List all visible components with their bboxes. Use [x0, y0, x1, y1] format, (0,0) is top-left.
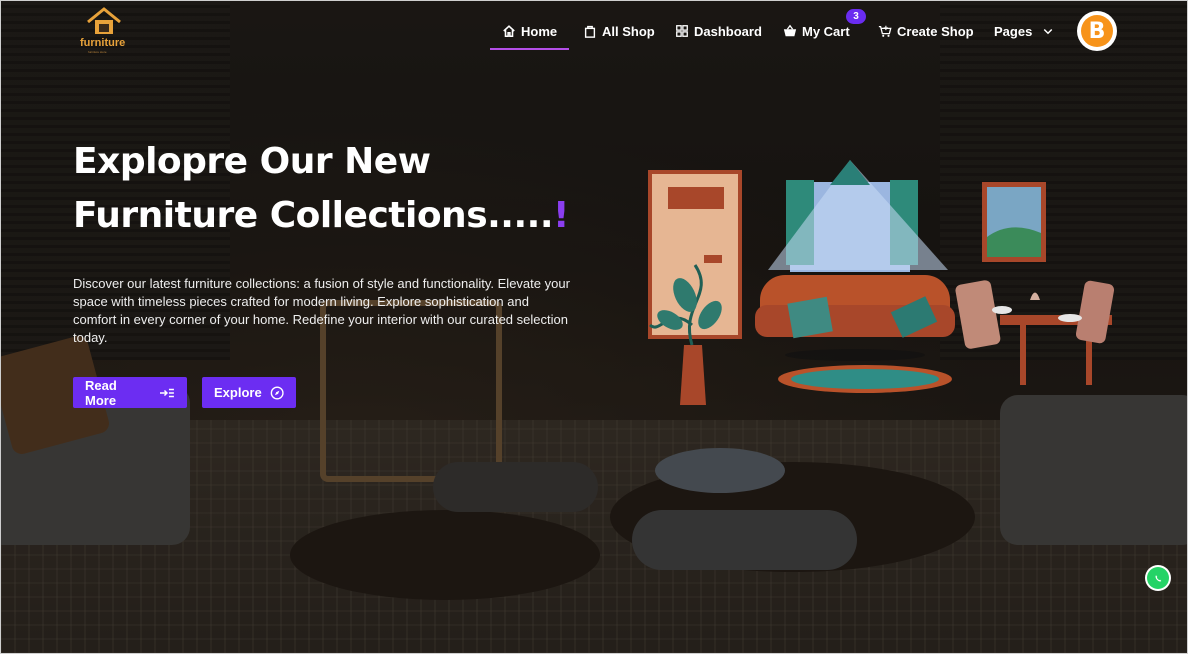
hero-title-exclamation: !	[553, 195, 569, 236]
nav-all-shop-label: All Shop	[602, 23, 655, 39]
explore-label: Explore	[214, 385, 262, 400]
hero-title-line2: Furniture Collections.....!	[73, 189, 633, 243]
main-navigation: Home All Shop Dashboard My Cart 3 Create…	[0, 0, 1188, 60]
hero-title-line2-text: Furniture Collections.....	[73, 195, 554, 236]
add-cart-icon	[878, 25, 892, 37]
nav-create-shop-label: Create Shop	[897, 23, 974, 39]
nav-dashboard-label: Dashboard	[694, 23, 762, 39]
home-icon	[503, 25, 515, 38]
compass-icon	[270, 386, 284, 399]
nav-home[interactable]: Home	[502, 22, 557, 40]
arrow-list-icon	[160, 388, 175, 397]
hero-title-line1: Explopre Our New	[73, 141, 431, 182]
whatsapp-icon	[1147, 567, 1169, 589]
nav-my-cart-label: My Cart	[802, 23, 850, 39]
nav-create-shop[interactable]: Create Shop	[878, 22, 974, 40]
nav-all-shop[interactable]: All Shop	[583, 22, 655, 40]
shop-bag-icon	[584, 25, 596, 38]
dashboard-icon	[676, 25, 688, 37]
explore-button[interactable]: Explore	[202, 377, 296, 408]
nav-home-label: Home	[521, 23, 558, 39]
nav-pages-dropdown[interactable]: Pages	[994, 22, 1054, 40]
hero-title: Explopre Our New Furniture Collections..…	[73, 135, 633, 243]
nav-my-cart[interactable]: My Cart	[783, 22, 850, 40]
cart-count-badge: 3	[846, 9, 866, 24]
cart-basket-icon	[783, 24, 797, 37]
whatsapp-chat-button[interactable]	[1145, 565, 1171, 591]
nav-dashboard[interactable]: Dashboard	[675, 22, 762, 40]
chevron-down-icon	[1044, 28, 1053, 35]
read-more-button[interactable]: Read More	[73, 377, 187, 408]
bitcoin-icon: B	[1081, 15, 1113, 47]
nav-active-indicator	[490, 48, 569, 50]
read-more-label: Read More	[85, 377, 117, 408]
living-room-illustration	[648, 160, 1115, 405]
hero-description: Discover our latest furniture collection…	[73, 276, 570, 345]
user-avatar[interactable]: B	[1077, 11, 1117, 51]
nav-pages-label: Pages	[994, 23, 1033, 39]
